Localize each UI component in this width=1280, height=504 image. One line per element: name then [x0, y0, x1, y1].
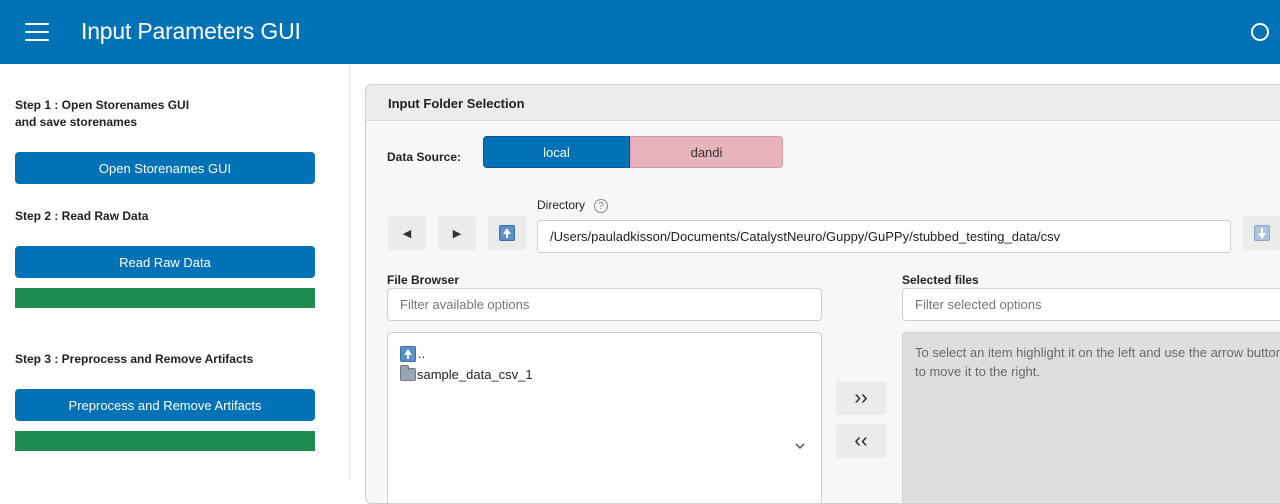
busy-indicator-icon	[1251, 23, 1269, 41]
up-directory-button[interactable]	[488, 216, 526, 250]
selected-files-filter-input[interactable]	[902, 288, 1280, 321]
main-area: Input Folder Selection Data Source: loca…	[351, 64, 1280, 504]
sidebar: Step 1 : Open Storenames GUI and save st…	[0, 64, 350, 480]
input-folder-card: Input Folder Selection Data Source: loca…	[365, 84, 1280, 504]
file-browser-filter-input[interactable]	[387, 288, 822, 321]
help-icon[interactable]: ?	[594, 199, 608, 213]
selected-files-list[interactable]: To select an item highlight it on the le…	[902, 332, 1280, 503]
data-source-label: Data Source:	[387, 150, 462, 164]
back-button[interactable]: ◀	[388, 216, 426, 250]
add-selection-button[interactable]: ››	[836, 381, 886, 415]
remove-selection-button[interactable]: ‹‹	[836, 424, 886, 458]
directory-input[interactable]	[537, 220, 1231, 253]
app-header: Input Parameters GUI	[0, 0, 1280, 64]
data-source-local-toggle[interactable]: local	[483, 136, 630, 168]
down-arrow-icon	[1254, 225, 1270, 241]
card-header: Input Folder Selection	[366, 85, 1280, 121]
read-raw-data-button[interactable]: Read Raw Data	[15, 246, 315, 278]
chevron-down-icon[interactable]	[795, 441, 805, 451]
directory-label: Directory	[537, 198, 586, 212]
app-title: Input Parameters GUI	[81, 18, 301, 44]
up-arrow-icon	[400, 345, 416, 362]
forward-button[interactable]: ▶	[438, 216, 476, 250]
preprocess-progress	[15, 431, 315, 451]
go-directory-button[interactable]	[1243, 216, 1280, 250]
folder-icon	[400, 365, 416, 381]
read-raw-data-progress	[15, 288, 315, 308]
list-item[interactable]: ..	[400, 343, 809, 364]
list-item[interactable]: sample_data_csv_1	[400, 364, 809, 385]
selected-files-hint: To select an item highlight it on the le…	[915, 345, 1280, 379]
step3-label: Step 3 : Preprocess and Remove Artifacts	[15, 352, 254, 366]
data-source-dandi-toggle[interactable]: dandi	[630, 136, 783, 168]
hamburger-menu-icon[interactable]	[25, 22, 49, 42]
step2-label: Step 2 : Read Raw Data	[15, 209, 149, 223]
open-storenames-button[interactable]: Open Storenames GUI	[15, 152, 315, 184]
preprocess-button[interactable]: Preprocess and Remove Artifacts	[15, 389, 315, 421]
step1-label: Step 1 : Open Storenames GUI and save st…	[15, 98, 190, 129]
selected-files-label: Selected files	[902, 273, 979, 287]
file-item-label: ..	[418, 346, 426, 361]
file-item-label: sample_data_csv_1	[417, 367, 533, 382]
progress-fill	[15, 431, 315, 451]
card-title: Input Folder Selection	[388, 96, 525, 111]
file-browser-list[interactable]: .. sample_data_csv_1	[387, 332, 822, 503]
progress-fill	[15, 288, 315, 308]
file-browser-label: File Browser	[387, 273, 460, 287]
up-arrow-icon	[499, 225, 515, 241]
